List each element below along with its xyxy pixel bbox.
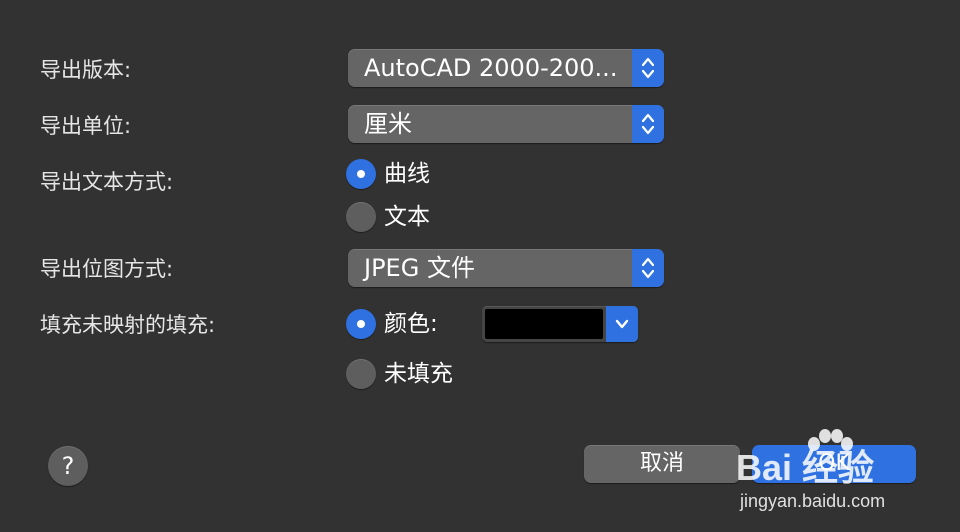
text-mode-text-label[interactable]: 文本 <box>384 202 430 232</box>
baidu-watermark: Bai 经验 jingyan.baidu.com <box>736 428 926 528</box>
watermark-url: jingyan.baidu.com <box>740 491 886 511</box>
text-mode-curves-radio[interactable] <box>346 159 376 189</box>
text-mode-text-radio[interactable] <box>346 202 376 232</box>
export-bitmap-mode-label: 导出位图方式: <box>40 257 174 281</box>
text-mode-curves-label[interactable]: 曲线 <box>384 159 430 189</box>
watermark-logo-text: Bai 经验 <box>736 447 875 488</box>
export-version-stepper[interactable] <box>632 49 664 87</box>
export-bitmap-mode-value: JPEG 文件 <box>364 254 475 282</box>
export-version-popup[interactable]: AutoCAD 2000-200... <box>348 49 664 87</box>
fill-color-label[interactable]: 颜色: <box>384 309 438 339</box>
export-units-stepper[interactable] <box>632 105 664 143</box>
help-button[interactable]: ? <box>48 446 88 486</box>
cancel-button[interactable]: 取消 <box>584 445 740 483</box>
fill-color-well[interactable] <box>482 306 638 342</box>
fill-none-label[interactable]: 未填充 <box>384 359 453 389</box>
up-down-chevron-icon <box>641 257 655 279</box>
up-down-chevron-icon <box>641 113 655 135</box>
export-bitmap-mode-stepper[interactable] <box>632 249 664 287</box>
up-down-chevron-icon <box>641 57 655 79</box>
export-bitmap-mode-popup[interactable]: JPEG 文件 <box>348 249 664 287</box>
fill-color-radio[interactable] <box>346 309 376 339</box>
export-version-label: 导出版本: <box>40 58 132 82</box>
chevron-down-icon <box>615 319 629 329</box>
color-swatch[interactable] <box>485 309 603 339</box>
unmapped-fill-label: 填充未映射的填充: <box>40 313 216 337</box>
color-dropdown-button[interactable] <box>606 306 638 342</box>
export-version-value: AutoCAD 2000-200... <box>364 54 618 82</box>
export-options-dialog: 导出版本: AutoCAD 2000-200... 导出单位: 厘米 导出文本方… <box>0 0 960 532</box>
export-units-value: 厘米 <box>364 110 412 138</box>
export-text-mode-label: 导出文本方式: <box>40 170 174 194</box>
export-units-label: 导出单位: <box>40 114 132 138</box>
fill-none-radio[interactable] <box>346 359 376 389</box>
export-units-popup[interactable]: 厘米 <box>348 105 664 143</box>
